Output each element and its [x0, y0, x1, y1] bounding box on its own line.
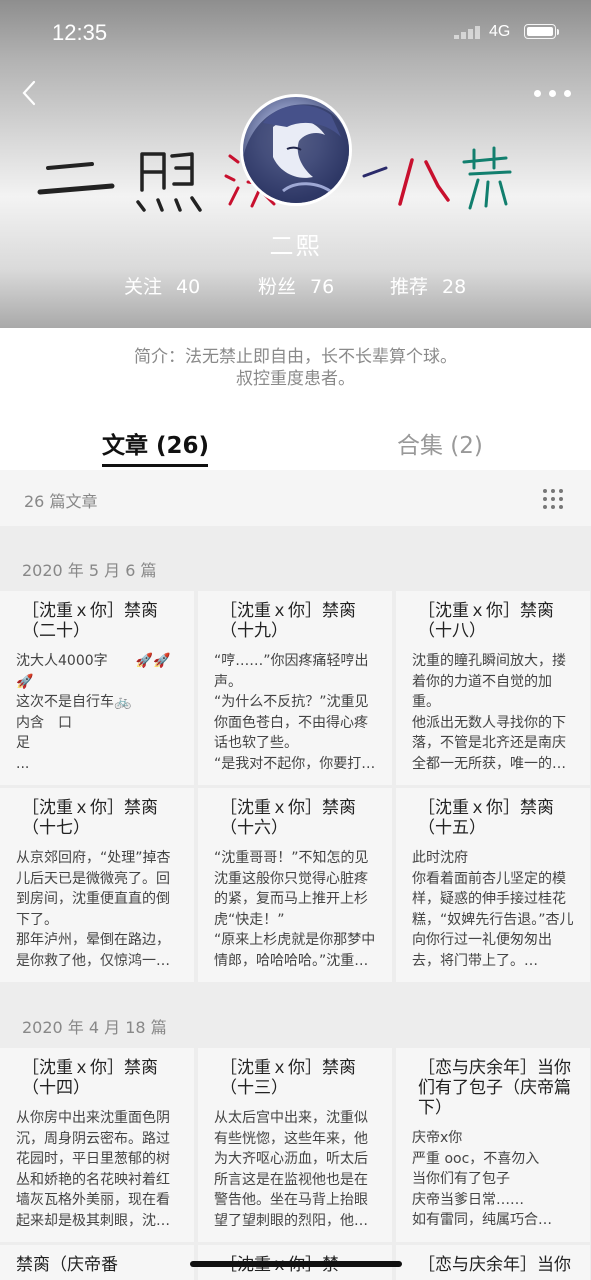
- article-title: ［沈重ｘ你］禁脔（二十）: [22, 601, 158, 641]
- article-card[interactable]: ［沈重ｘ你］禁脔（十九） “哼……”你因疼痛轻哼出声。 “为什么不反抗？”沈重见…: [198, 591, 392, 785]
- article-card[interactable]: ［沈重ｘ你］禁脔（二十） 沈大人4000字 🚀🚀🚀 这次不是自行车🚲 内含 口 …: [0, 591, 194, 785]
- article-card[interactable]: ［沈重ｘ你］禁脔（十七） 从京郊回府，“处理”掉杏儿后天已是微微亮了。回到房间，…: [0, 788, 194, 982]
- stat-label: 推荐: [390, 276, 429, 298]
- battery-tip: [557, 29, 559, 35]
- article-excerpt: “沈重哥哥！”不知怎的见沈重这般你只觉得心脏疼的紧，复而马上推开上杉虎“快走！”…: [214, 850, 376, 969]
- article-card[interactable]: ［沈重ｘ你］禁脔（十八） 沈重的瞳孔瞬间放大，搂着你的力道不自觉的加重。 他派出…: [396, 591, 590, 785]
- article-excerpt: “哼……”你因疼痛轻哼出声。 “为什么不反抗？”沈重见你面色苍白，不由得心疼话也…: [214, 653, 376, 772]
- article-card[interactable]: ［沈重ｘ你］禁脔（十五） 此时沈府 你看着面前杏儿坚定的模样，疑惑的伸手接过桂花…: [396, 788, 590, 982]
- stat-value: 40: [176, 276, 201, 298]
- article-excerpt: 从太后宫中出来，沈重似有些恍惚，这些年来，他为大齐呕心沥血，听太后所言这是在监视…: [214, 1110, 368, 1229]
- bio-line: 叔控重度患者。: [236, 369, 355, 389]
- back-icon[interactable]: [22, 80, 42, 110]
- article-excerpt: 此时沈府 你看着面前杏儿坚定的模样，疑惑的伸手接过桂花糕，“奴婢先行告退。”杏儿…: [412, 850, 574, 969]
- profile-header: 12:35 4G 二熙 关注 40 粉丝 76 推荐 28: [0, 0, 591, 328]
- article-title: ［沈重ｘ你］禁脔（十七）: [22, 798, 158, 838]
- section-title: 2020 年 5 月 6 篇: [22, 561, 157, 580]
- article-title: ［沈重ｘ你］禁脔（十六）: [220, 798, 356, 838]
- more-icon[interactable]: [534, 90, 574, 98]
- article-title: ［沈重ｘ你］禁脔（十四）: [22, 1058, 158, 1098]
- profile-stats: 关注 40 粉丝 76 推荐 28: [0, 272, 591, 298]
- signal-icon: [454, 25, 484, 39]
- article-excerpt: 庆帝x你 严重 ooc，不喜勿入 当你们有了包子 庆帝当爹日常…… 如有雷同，纯…: [412, 1130, 552, 1228]
- profile-bio: 简介：法无禁止即自由，长不长辈算个球。 叔控重度患者。: [0, 328, 591, 420]
- network-type: 4G: [489, 23, 511, 40]
- article-excerpt: 从京郊回府，“处理”掉杏儿后天已是微微亮了。回到房间，沈重便直直的倒下了。 那年…: [16, 850, 171, 969]
- article-title: ［沈重ｘ你］禁脔（十九）: [220, 601, 356, 641]
- article-title: 禁脔（庆帝番: [16, 1255, 118, 1275]
- article-card[interactable]: ［沈重ｘ你］禁脔（十三） 从太后宫中出来，沈重似有些恍惚，这些年来，他为大齐呕心…: [198, 1048, 392, 1242]
- bio-line: 简介：法无禁止即自由，长不长辈算个球。: [134, 347, 457, 367]
- tab-articles[interactable]: 文章 (26): [102, 426, 209, 460]
- article-excerpt: 从你房中出来沈重面色阴沉，周身阴云密布。路过花园时，平日里葱郁的树丛和娇艳的名花…: [16, 1110, 170, 1229]
- username: 二熙: [269, 232, 322, 260]
- article-title: ［沈重ｘ你］禁脔（十三）: [220, 1058, 356, 1098]
- article-title: ［沈重ｘ你］禁脔（十五）: [418, 798, 554, 838]
- article-title: ［恋与庆余年］当你: [418, 1255, 571, 1275]
- home-indicator[interactable]: [190, 1261, 402, 1267]
- article-card[interactable]: ［沈重ｘ你］禁脔（十四） 从你房中出来沈重面色阴沉，周身阴云密布。路过花园时，平…: [0, 1048, 194, 1242]
- status-time: 12:35: [52, 20, 108, 45]
- avatar[interactable]: [240, 94, 352, 206]
- article-title: ［恋与庆余年］当你们有了包子（庆帝篇下）: [418, 1058, 571, 1118]
- tab-bar: 文章 (26) 合集 (2): [0, 420, 591, 470]
- status-bar: 12:35 4G: [0, 0, 591, 64]
- tab-underline: [102, 464, 208, 467]
- article-excerpt: 沈重的瞳孔瞬间放大，搂着你的力道不自觉的加重。 他派出无数人寻找你的下落，不管是…: [412, 653, 566, 772]
- battery-icon: [524, 24, 556, 39]
- tab-collections[interactable]: 合集 (2): [397, 426, 483, 460]
- stat-followers[interactable]: 粉丝 76: [258, 272, 334, 299]
- stat-label: 粉丝: [258, 276, 297, 298]
- grid-view-icon[interactable]: [541, 487, 565, 511]
- article-count-bar: 26 篇文章: [0, 470, 591, 526]
- article-excerpt: 沈大人4000字 🚀🚀🚀 这次不是自行车🚲 内含 口 足 ...: [16, 653, 171, 772]
- stat-value: 28: [442, 276, 467, 298]
- section-title: 2020 年 4 月 18 篇: [22, 1018, 167, 1037]
- stat-recommend[interactable]: 推荐 28: [390, 272, 466, 299]
- article-card[interactable]: ［恋与庆余年］当你们有了包子（庆帝篇下） 庆帝x你 严重 ooc，不喜勿入 当你…: [396, 1048, 590, 1242]
- article-title: ［沈重ｘ你］禁脔（十八）: [418, 601, 554, 641]
- article-card[interactable]: ［恋与庆余年］当你: [396, 1245, 590, 1280]
- stat-label: 关注: [124, 276, 163, 298]
- article-count: 26 篇文章: [24, 492, 98, 511]
- article-card[interactable]: 禁脔（庆帝番: [0, 1245, 194, 1280]
- stat-value: 76: [310, 276, 335, 298]
- article-card[interactable]: ［沈重ｘ你］禁脔（十六） “沈重哥哥！”不知怎的见沈重这般你只觉得心脏疼的紧，复…: [198, 788, 392, 982]
- stat-following[interactable]: 关注 40: [124, 272, 200, 299]
